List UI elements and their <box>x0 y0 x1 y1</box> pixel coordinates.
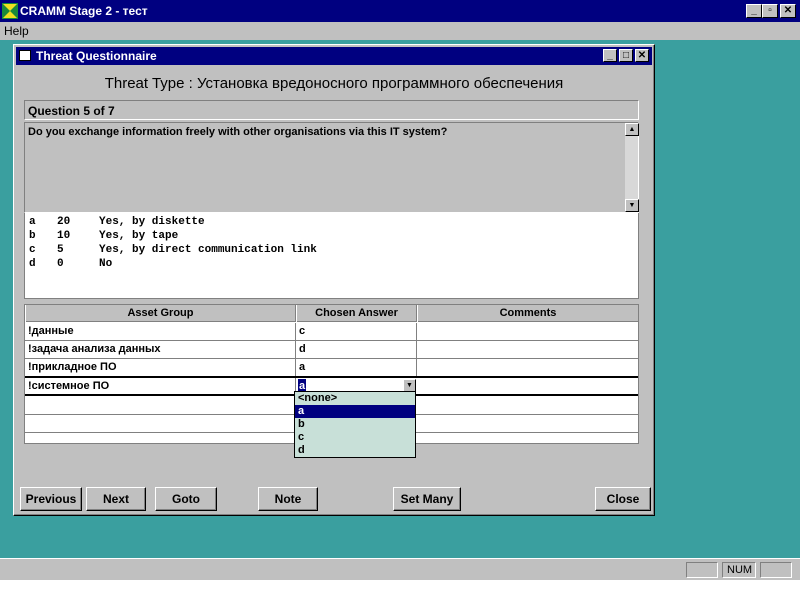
answer-text: Yes, by direct communication link <box>99 244 317 256</box>
status-cell <box>760 562 792 578</box>
set-many-button[interactable]: Set Many <box>393 487 461 511</box>
dialog-minimize-button[interactable]: _ <box>603 49 617 62</box>
dropdown-option-selected[interactable]: a <box>295 405 415 418</box>
app-window: CRAMM Stage 2 - тест _ ▫ ✕ Help Threat Q… <box>0 0 800 580</box>
num-lock-indicator: NUM <box>722 562 756 578</box>
note-button[interactable]: Note <box>258 487 318 511</box>
minimize-button[interactable]: _ <box>746 4 762 18</box>
chosen-answer-cell[interactable]: d <box>296 341 417 358</box>
table-row[interactable]: !задача анализа данных d <box>25 341 638 359</box>
question-text-box: Do you exchange information freely with … <box>24 122 639 213</box>
answer-letter: d <box>29 258 36 270</box>
dialog-titlebar: Threat Questionnaire _ □ ✕ <box>16 47 652 65</box>
chosen-answer-cell[interactable]: c <box>296 323 417 340</box>
close-app-button[interactable]: ✕ <box>780 4 796 18</box>
answer-option: c 5 Yes, by direct communication link <box>29 243 634 257</box>
answer-text: No <box>99 258 113 270</box>
scroll-up-icon[interactable]: ▲ <box>625 123 639 136</box>
asset-group-cell[interactable]: !системное ПО <box>25 378 296 395</box>
answer-letter: c <box>29 244 36 256</box>
dialog-close-button[interactable]: ✕ <box>635 49 649 62</box>
previous-button[interactable]: Previous <box>20 487 82 511</box>
col-header-chosen-answer[interactable]: Chosen Answer <box>296 305 417 322</box>
answer-letter: a <box>29 216 36 228</box>
table-row[interactable]: !прикладное ПО a <box>25 359 638 377</box>
menubar: Help <box>0 22 800 40</box>
col-header-asset-group[interactable]: Asset Group <box>25 305 296 322</box>
next-button[interactable]: Next <box>86 487 146 511</box>
question-text: Do you exchange information freely with … <box>28 126 448 138</box>
dialog-maximize-button[interactable]: □ <box>619 49 633 62</box>
threat-type-heading: Threat Type : Установка вредоносного про… <box>104 75 564 92</box>
asset-group-cell[interactable]: !прикладное ПО <box>25 359 296 376</box>
answer-score: 5 <box>57 244 64 256</box>
restore-button[interactable]: ▫ <box>762 4 778 18</box>
status-cell <box>686 562 718 578</box>
dropdown-option[interactable]: c <box>295 431 415 444</box>
answer-dropdown-list: <none> a b c d <box>294 391 416 458</box>
answer-option: a 20 Yes, by diskette <box>29 215 634 229</box>
question-counter: Question 5 of 7 <box>24 100 639 120</box>
close-button[interactable]: Close <box>595 487 651 511</box>
dialog-icon <box>19 50 31 61</box>
app-titlebar: CRAMM Stage 2 - тест _ ▫ ✕ <box>0 0 800 22</box>
answer-options-list: a 20 Yes, by diskette b 10 Yes, by tape c 5 Ye… <box>24 213 639 299</box>
dropdown-option[interactable]: <none> <box>295 392 415 405</box>
dialog-title: Threat Questionnaire <box>36 49 157 63</box>
scroll-down-icon[interactable]: ▼ <box>625 199 639 212</box>
answer-text: Yes, by diskette <box>99 216 205 228</box>
comments-cell[interactable] <box>417 323 638 340</box>
answer-letter: b <box>29 230 36 242</box>
app-title: CRAMM Stage 2 - тест <box>20 4 148 18</box>
comments-cell[interactable] <box>417 378 638 395</box>
asset-group-cell[interactable]: !данные <box>25 323 296 340</box>
grid-header: Asset Group Chosen Answer Comments <box>25 305 638 322</box>
answer-text: Yes, by tape <box>99 230 179 242</box>
menu-help[interactable]: Help <box>4 24 29 38</box>
table-row[interactable]: !данные c <box>25 323 638 341</box>
asset-group-cell[interactable]: !задача анализа данных <box>25 341 296 358</box>
answer-option: d 0 No <box>29 257 634 271</box>
comments-cell[interactable] <box>417 341 638 358</box>
question-scrollbar[interactable]: ▲ ▼ <box>624 123 639 212</box>
answer-score: 0 <box>57 258 64 270</box>
answer-score: 20 <box>57 216 71 228</box>
status-bar: NUM <box>0 558 800 580</box>
goto-button[interactable]: Goto <box>155 487 217 511</box>
col-header-comments[interactable]: Comments <box>417 305 638 322</box>
answer-score: 10 <box>57 230 71 242</box>
dropdown-option[interactable]: d <box>295 444 415 457</box>
answer-option: b 10 Yes, by tape <box>29 229 634 243</box>
chosen-answer-cell[interactable]: a <box>296 359 417 376</box>
dropdown-option[interactable]: b <box>295 418 415 431</box>
app-icon <box>2 3 18 19</box>
comments-cell[interactable] <box>417 359 638 376</box>
